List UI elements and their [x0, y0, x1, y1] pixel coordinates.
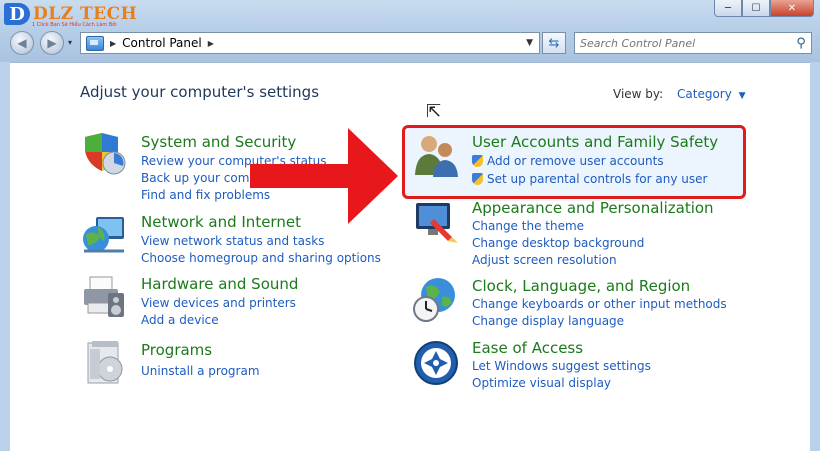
address-bar[interactable]: ▶ Control Panel ▶ ▼ [80, 32, 540, 54]
window-controls: ─ ☐ ✕ [714, 0, 814, 17]
forward-arrow-icon: ▶ [47, 36, 57, 50]
mouse-cursor-icon: ⇱ [426, 101, 442, 122]
refresh-icon: ⇆ [548, 35, 560, 51]
watermark-tagline: 1 Click Bạn Sẽ Hiểu Cách Làm Bởi [32, 22, 117, 28]
category-title[interactable]: User Accounts and Family Safety [472, 133, 718, 151]
category-link[interactable]: Set up parental controls for any user [472, 172, 707, 186]
category-link[interactable]: Uninstall a program [141, 364, 260, 378]
maximize-button[interactable]: ☐ [742, 0, 770, 17]
category-link[interactable]: Choose homegroup and sharing options [141, 251, 381, 265]
view-by: View by: Category ▼ [613, 87, 746, 101]
category-title[interactable]: Programs [141, 341, 212, 359]
category-title[interactable]: Hardware and Sound [141, 275, 298, 293]
category-link[interactable]: View network status and tasks [141, 234, 324, 248]
search-input[interactable] [575, 35, 791, 51]
programs-icon [87, 341, 123, 384]
breadcrumb-separator-icon[interactable]: ▶ [110, 39, 116, 48]
category-link[interactable]: Adjust screen resolution [472, 253, 617, 267]
control-panel-content: Adjust your computer's settings View by:… [10, 62, 810, 451]
category-link[interactable]: Change keyboards or other input methods [472, 297, 727, 311]
category-link[interactable]: Find and fix problems [141, 188, 270, 202]
watermark-brand: DLZ TECH [33, 4, 138, 24]
view-by-chevron-icon[interactable]: ▼ [739, 91, 746, 101]
breadcrumb-expand-icon[interactable]: ▶ [208, 39, 214, 48]
back-button[interactable]: ◀ [10, 31, 34, 55]
category-link[interactable]: View devices and printers [141, 296, 296, 310]
clock-globe-icon [413, 278, 455, 322]
address-dropdown-icon[interactable]: ▼ [526, 38, 533, 48]
accessibility-icon [414, 341, 458, 385]
monitor-paint-icon [416, 203, 458, 243]
refresh-button[interactable]: ⇆ [542, 32, 566, 54]
printer-icon [84, 276, 124, 317]
back-arrow-icon: ◀ [17, 36, 27, 50]
category-link[interactable]: Add or remove user accounts [472, 154, 664, 168]
category-link[interactable]: Add a device [141, 313, 219, 327]
category-title[interactable]: Clock, Language, and Region [472, 277, 690, 295]
category-link[interactable]: Let Windows suggest settings [472, 359, 651, 373]
minimize-button[interactable]: ─ [714, 0, 742, 17]
dlz-logo-icon: D [4, 3, 30, 25]
category-title[interactable]: Ease of Access [472, 339, 583, 357]
page-title: Adjust your computer's settings [80, 83, 320, 101]
window-chrome: D DLZ TECH 1 Click Bạn Sẽ Hiểu Cách Làm … [0, 0, 820, 62]
users-icon [415, 136, 458, 177]
view-by-dropdown[interactable]: Category [677, 87, 732, 101]
close-button[interactable]: ✕ [770, 0, 814, 17]
category-link[interactable]: Change display language [472, 314, 624, 328]
network-globe-icon [83, 217, 124, 253]
category-title[interactable]: Network and Internet [141, 213, 301, 231]
category-title[interactable]: Appearance and Personalization [472, 199, 714, 217]
view-by-label: View by: [613, 87, 664, 101]
category-link[interactable]: Change desktop background [472, 236, 644, 250]
control-panel-icon [86, 35, 104, 51]
category-link[interactable]: Change the theme [472, 219, 584, 233]
search-icon[interactable]: ⚲ [791, 36, 811, 51]
search-box[interactable]: ⚲ [574, 32, 812, 54]
forward-button[interactable]: ▶ [40, 31, 64, 55]
annotation-arrow-head-icon [348, 128, 398, 224]
annotation-arrow-shaft [250, 164, 355, 188]
breadcrumb-control-panel[interactable]: Control Panel [122, 36, 202, 50]
category-link[interactable]: Optimize visual display [472, 376, 611, 390]
recent-pages-dropdown[interactable]: ▾ [68, 38, 72, 47]
shield-icon [85, 133, 126, 175]
category-title[interactable]: System and Security [141, 133, 296, 151]
